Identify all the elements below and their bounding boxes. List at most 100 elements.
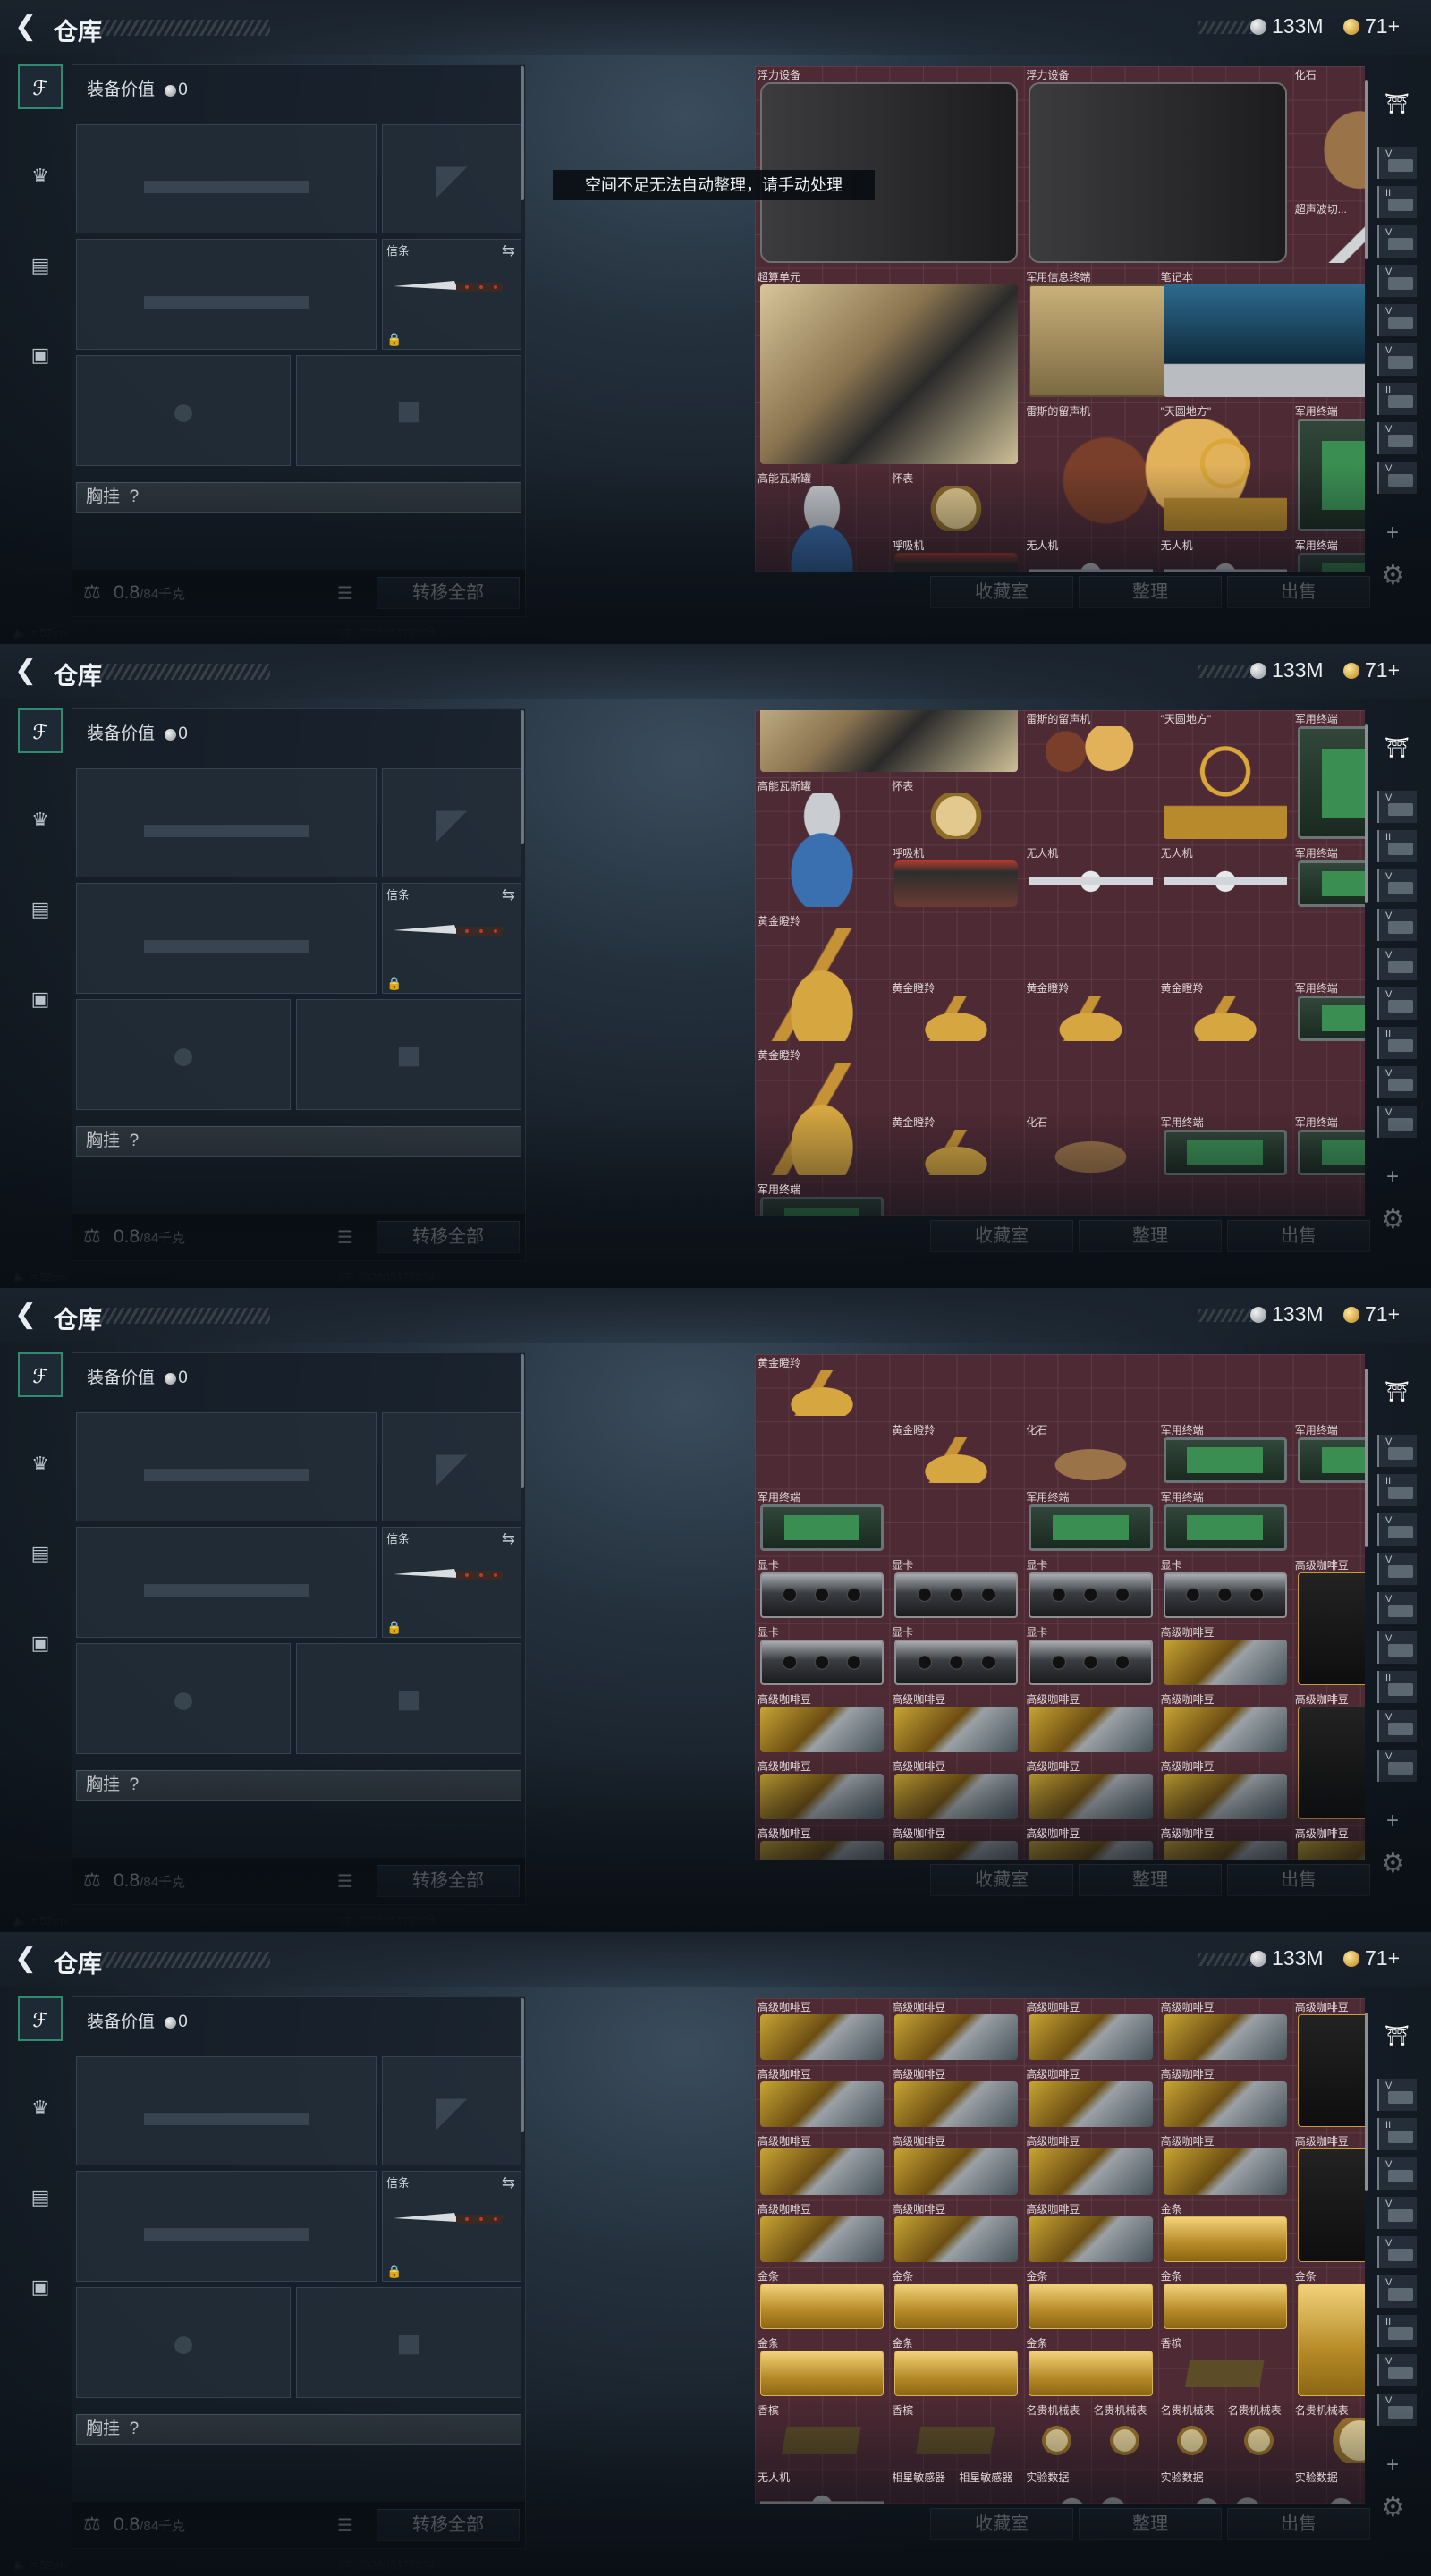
stash-page-tab[interactable]: IV (1377, 422, 1417, 454)
stash-item[interactable]: 黄金瞪羚 (1023, 979, 1157, 1046)
warehouse-icon[interactable]: ⛩ (1376, 728, 1418, 767)
swap-icon[interactable]: ⇆ (502, 242, 515, 260)
stash-item[interactable]: 军用终端 (1292, 710, 1365, 844)
stash-page-tab[interactable]: IV (1377, 948, 1417, 980)
stash-item[interactable]: 高级咖啡豆 (1158, 2065, 1292, 2132)
vest-icon[interactable]: ▤ (18, 2175, 63, 2220)
stash-page-tab[interactable]: III (1377, 830, 1417, 862)
helmet-slot[interactable]: ● (76, 1643, 291, 1754)
list-icon[interactable]: ☰ (337, 582, 353, 605)
helmet-icon[interactable]: ♛ (18, 2086, 63, 2131)
stash-page-tab[interactable]: IV (1377, 791, 1417, 823)
stash-item[interactable]: 显卡 (889, 1556, 1023, 1623)
swap-icon[interactable]: ⇆ (502, 2174, 515, 2192)
stash-item[interactable]: 名贵机械表 (1023, 2402, 1090, 2469)
stash-item[interactable]: 高级咖啡豆 (1158, 2132, 1292, 2199)
settings-gear-icon[interactable]: ⚙ (1381, 1204, 1405, 1235)
transfer-all-button[interactable]: 转移全部 (377, 1221, 520, 1253)
stash-scrollbar[interactable] (1365, 2012, 1368, 2191)
stash-item[interactable]: 黄金瞪羚 (755, 912, 889, 1046)
stash-item[interactable]: 高级咖啡豆 (1023, 2065, 1157, 2132)
stash-item[interactable]: "天圆地方" (1158, 402, 1292, 537)
stash-item[interactable]: 军用终端 (1158, 1114, 1292, 1181)
list-icon[interactable]: ☰ (337, 2514, 353, 2537)
stash-item[interactable]: 无人机 (1023, 844, 1157, 911)
equipment-scrollbar[interactable] (521, 1998, 524, 2132)
briefcase-icon[interactable]: ▣ (18, 2265, 63, 2309)
stash-item[interactable]: 相星敏感器 (956, 2469, 1023, 2504)
back-arrow-icon[interactable]: ❮ (14, 13, 41, 41)
chest-rig-slot[interactable]: 胸挂 ? (76, 2414, 521, 2445)
stash-item[interactable]: 高级咖啡豆 (1292, 2132, 1365, 2267)
stash-item[interactable]: 高级咖啡豆 (889, 2132, 1023, 2199)
secondary-weapon-slot[interactable]: ▬▬▬▬ (76, 883, 377, 994)
stash-item[interactable]: 军用终端 (1292, 1114, 1365, 1181)
primary-weapon-slot[interactable]: ▬▬▬▬ (76, 1412, 377, 1521)
stash-page-tab[interactable]: IV (1377, 987, 1417, 1020)
stash-item[interactable]: 黄金瞪羚 (889, 979, 1023, 1046)
stash-item[interactable]: 实验数据 (1292, 2469, 1365, 2504)
stash-page-tab[interactable]: IV (1377, 2275, 1417, 2308)
stash-item[interactable]: 高级咖啡豆 (1023, 2200, 1157, 2267)
stash-item[interactable]: 高级咖啡豆 (1158, 1623, 1292, 1690)
stash-item[interactable]: 实验数据 (1023, 2469, 1157, 2504)
stash-item[interactable]: 显卡 (1023, 1623, 1157, 1690)
settings-gear-icon[interactable]: ⚙ (1381, 1848, 1405, 1879)
stash-page-tab[interactable]: IV (1377, 1106, 1417, 1138)
stash-item[interactable]: 无人机 (1023, 537, 1157, 572)
back-arrow-icon[interactable]: ❮ (14, 1301, 41, 1329)
stash-item[interactable]: 高能瓦斯罐 (755, 777, 889, 911)
melee-slot[interactable]: 信条 ⇆ 🔒 (382, 883, 521, 994)
list-icon[interactable]: ☰ (337, 1226, 353, 1249)
stash-page-tab[interactable]: IV (1377, 147, 1417, 179)
stash-page-tab[interactable]: IV (1377, 2394, 1417, 2426)
stash-item[interactable]: 笔记本 (1158, 268, 1365, 402)
stash-item[interactable]: 相星敏感器 (889, 2469, 956, 2504)
stash-item[interactable]: 高级咖啡豆 (889, 1825, 1023, 1860)
stash-item[interactable]: 高级咖啡豆 (755, 2200, 889, 2267)
stash-item[interactable]: 化石 (1023, 1114, 1157, 1181)
collection-room-button[interactable]: 收藏室 (930, 576, 1073, 608)
add-page-icon[interactable]: + (1386, 1809, 1399, 1834)
gold-balance[interactable]: 71+ (1343, 1302, 1400, 1326)
settings-gear-icon[interactable]: ⚙ (1381, 560, 1405, 591)
stash-page-tab[interactable]: III (1377, 1027, 1417, 1059)
stash-item[interactable]: 香槟 (755, 2402, 889, 2469)
back-arrow-icon[interactable]: ❮ (14, 657, 41, 685)
sell-button[interactable]: 出售 (1227, 576, 1370, 608)
stash-item[interactable]: 金条 (1023, 2334, 1157, 2402)
stash-page-tab[interactable]: IV (1377, 2197, 1417, 2229)
vest-icon[interactable]: ▤ (18, 887, 63, 932)
briefcase-icon[interactable]: ▣ (18, 333, 63, 377)
stash-item[interactable]: 雷斯的留声机 (1023, 710, 1157, 777)
stash-item[interactable]: 高级咖啡豆 (1158, 1690, 1292, 1758)
stash-item[interactable]: 超算单元 (755, 268, 1023, 470)
stash-scrollbar[interactable] (1365, 80, 1368, 259)
stash-item[interactable]: 高级咖啡豆 (1023, 1998, 1157, 2065)
vest-icon[interactable]: ▤ (18, 1531, 63, 1576)
stash-item[interactable]: 名贵机械表 (1225, 2402, 1292, 2469)
helmet-slot[interactable]: ● (76, 355, 291, 466)
stash-item[interactable]: 军用终端 (755, 1181, 889, 1216)
melee-slot[interactable]: 信条 ⇆ 🔒 (382, 1527, 521, 1638)
stash-item[interactable]: 军用终端 (1292, 537, 1365, 572)
equipment-scrollbar[interactable] (521, 710, 524, 844)
sort-button[interactable]: 整理 (1079, 1864, 1222, 1896)
stash-item[interactable]: 高级咖啡豆 (1023, 2132, 1157, 2199)
stash-page-tab[interactable]: IV (1377, 2354, 1417, 2386)
stash-item[interactable]: 香槟 (889, 2402, 1023, 2469)
stash-item[interactable]: 显卡 (755, 1556, 889, 1623)
stash-item[interactable]: 金条 (889, 2334, 1023, 2402)
sort-button[interactable]: 整理 (1079, 2508, 1222, 2540)
stash-page-tab[interactable]: III (1377, 1474, 1417, 1506)
add-page-icon[interactable]: + (1386, 1165, 1399, 1190)
armor-slot[interactable]: ■ (296, 1643, 521, 1754)
stash-item[interactable]: 高级咖啡豆 (889, 2065, 1023, 2132)
stash-page-tab[interactable]: IV (1377, 343, 1417, 376)
stash-item[interactable]: 高级咖啡豆 (1023, 1758, 1157, 1825)
gold-balance[interactable]: 71+ (1343, 14, 1400, 38)
stash-item[interactable]: 化石 (1023, 1421, 1157, 1488)
stash-page-tab[interactable]: IV (1377, 462, 1417, 494)
stash-scrollbar[interactable] (1365, 1368, 1368, 1547)
chest-rig-slot[interactable]: 胸挂 ? (76, 482, 521, 513)
